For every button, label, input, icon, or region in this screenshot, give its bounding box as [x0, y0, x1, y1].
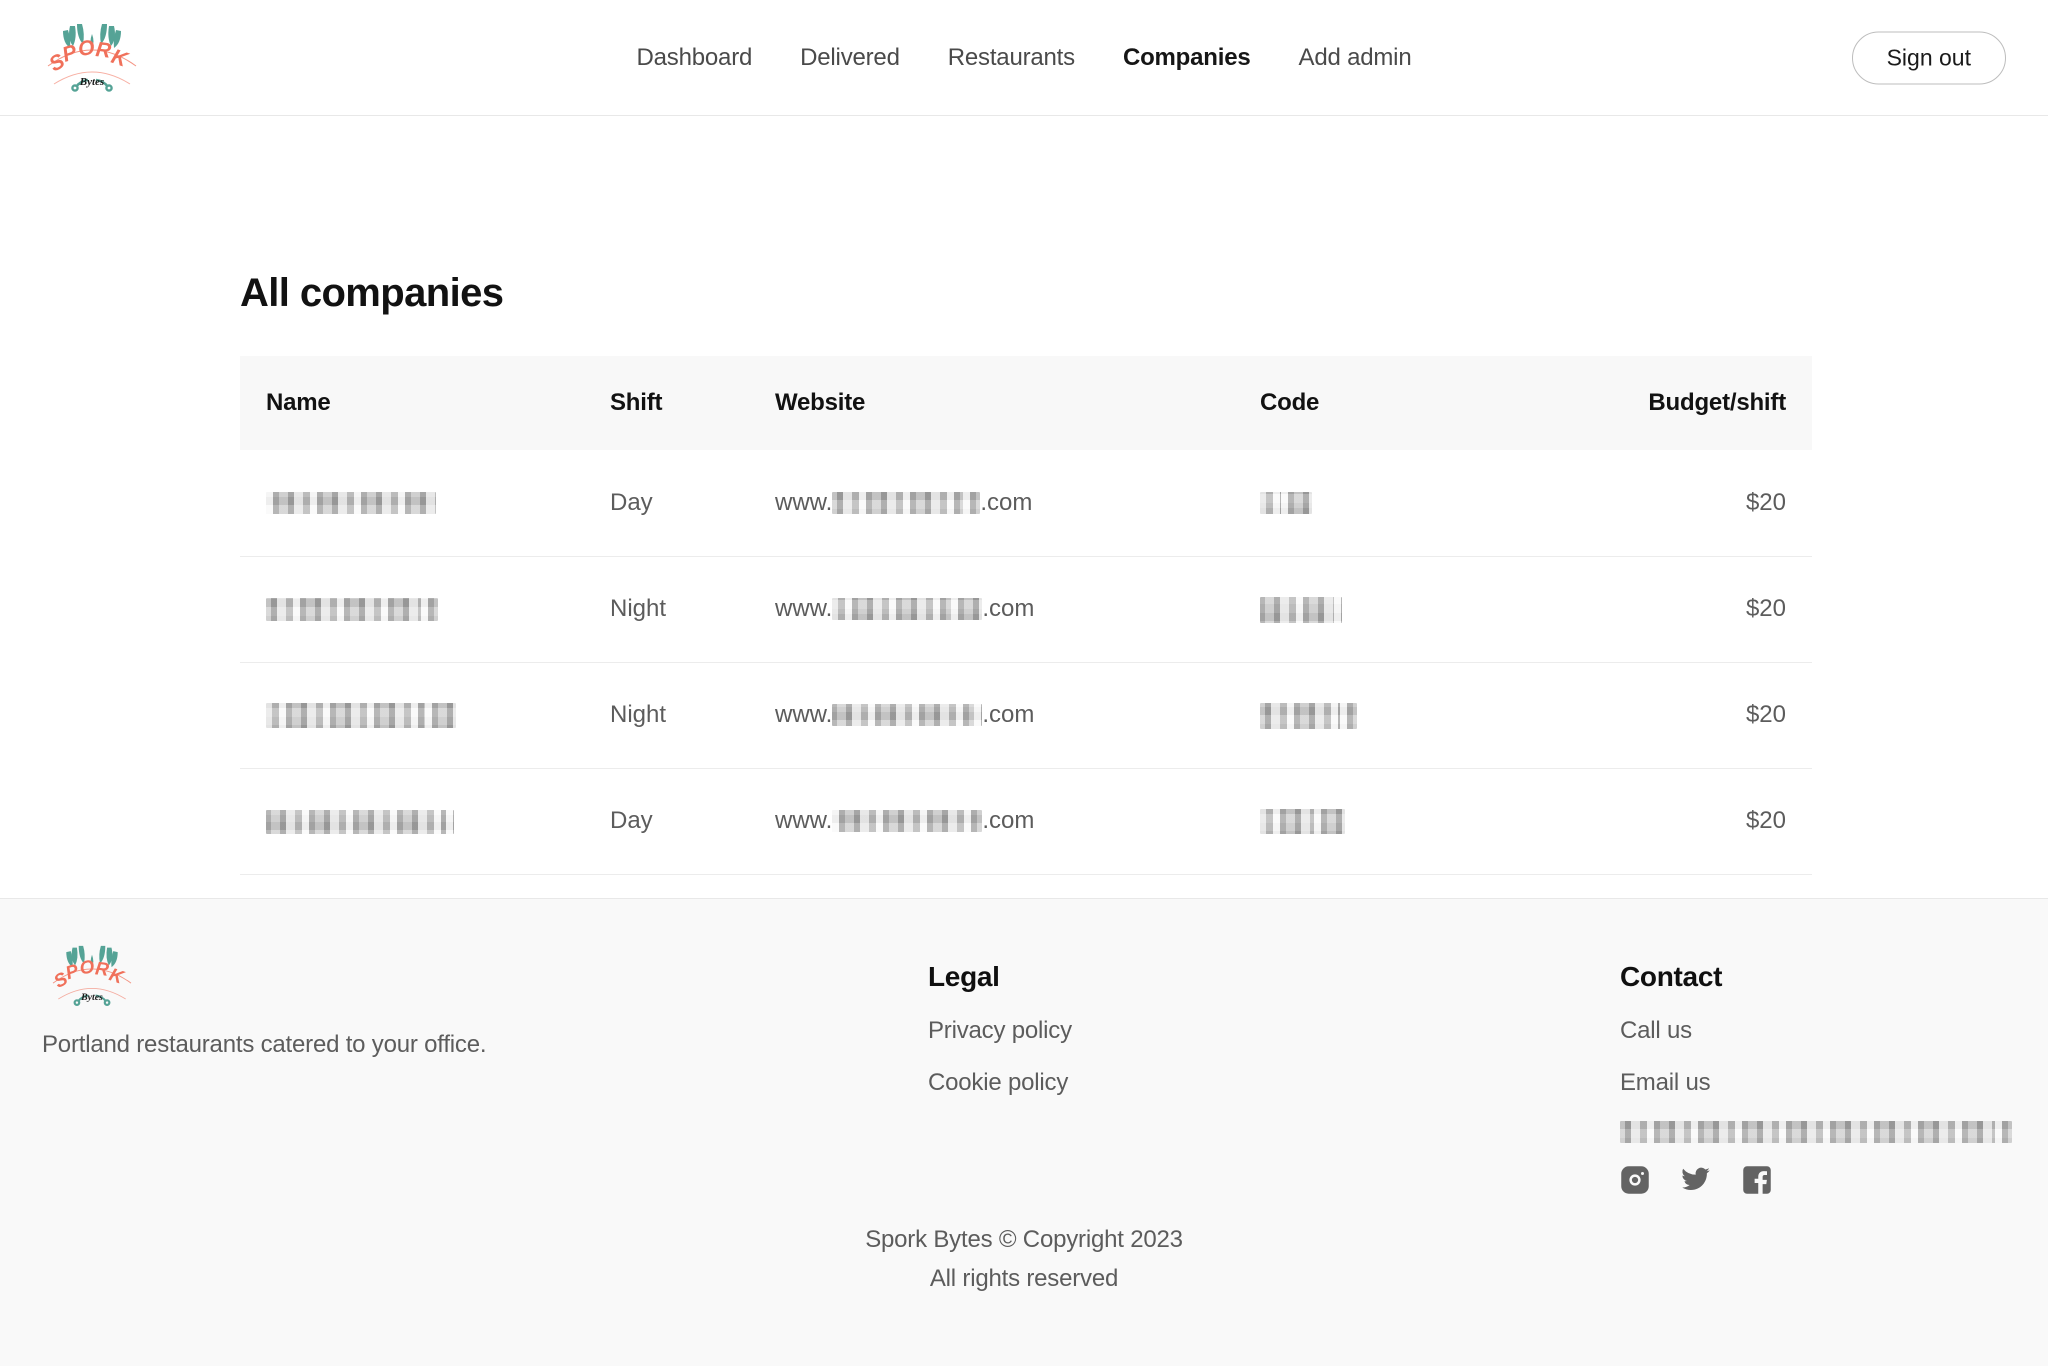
cell-website: www. .com — [775, 450, 1260, 557]
spork-bytes-logo-icon: S P O R K Bytes — [50, 945, 132, 1006]
cell-name — [240, 450, 610, 557]
column-header-shift: Shift — [610, 389, 663, 416]
redacted-code — [1260, 596, 1342, 623]
cell-code — [1260, 450, 1578, 557]
svg-text:O: O — [78, 956, 95, 979]
footer-link-call-us[interactable]: Call us — [1620, 1017, 2012, 1045]
footer-tagline: Portland restaurants catered to your off… — [42, 1031, 487, 1058]
website-prefix: www. — [775, 488, 833, 516]
redacted-code — [1260, 702, 1357, 729]
table-row[interactable]: Day www. .com $20 — [240, 768, 1812, 875]
sign-out-button[interactable]: Sign out — [1851, 31, 2006, 84]
cell-budget: $20 — [1578, 662, 1812, 769]
redacted-company-name — [266, 492, 436, 515]
redacted-code — [1260, 809, 1345, 835]
column-header-website: Website — [775, 389, 866, 416]
website-suffix: .com — [982, 807, 1035, 834]
cell-shift: Day — [610, 768, 775, 875]
table-row[interactable]: Night www. .com $20 — [240, 556, 1812, 663]
svg-text:O: O — [77, 36, 96, 61]
svg-text:K: K — [107, 963, 128, 988]
redacted-company-name — [266, 703, 456, 729]
footer-heading-legal: Legal — [928, 961, 1000, 992]
footer-column-contact: Contact Call us Email us — [1620, 961, 2012, 1195]
instagram-icon[interactable] — [1620, 1165, 1650, 1195]
cell-code — [1260, 556, 1578, 663]
main-navigation: Dashboard Delivered Restaurants Companie… — [637, 44, 1412, 72]
table-header-row: Name Shift Website Code Budget/shift — [240, 356, 1812, 450]
cell-website: www. .com — [775, 556, 1260, 663]
website-prefix: www. — [775, 807, 833, 834]
redacted-contact-detail — [1620, 1121, 2012, 1143]
copyright-line-2: All rights reserved — [929, 1264, 1119, 1292]
svg-text:Bytes: Bytes — [79, 76, 104, 88]
footer-link-privacy-policy[interactable]: Privacy policy — [928, 1017, 1072, 1045]
redacted-company-name — [266, 809, 454, 834]
copyright-line-1: Spork Bytes © Copyright 2023 — [865, 1226, 1183, 1253]
redacted-website — [832, 491, 981, 514]
website-suffix: .com — [982, 595, 1035, 622]
companies-table: Name Shift Website Code Budget/shift Day… — [240, 356, 1812, 875]
footer-heading-contact: Contact — [1620, 961, 1723, 992]
site-footer: S P O R K Bytes Portland restaurants cat… — [0, 898, 2048, 1366]
cell-shift: Night — [610, 662, 775, 769]
cell-code — [1260, 768, 1578, 875]
main-content: All companies Name Shift Website Code Bu… — [0, 116, 2048, 987]
cell-shift: Day — [610, 450, 775, 557]
cell-shift: Night — [610, 556, 775, 663]
footer-logo[interactable]: S P O R K Bytes — [42, 937, 142, 1015]
footer-column-legal: Legal Privacy policy Cookie policy — [928, 961, 1072, 1121]
nav-item-delivered[interactable]: Delivered — [800, 44, 900, 72]
cell-name — [240, 556, 610, 663]
website-prefix: www. — [775, 701, 833, 728]
redacted-website — [832, 810, 983, 832]
website-suffix: .com — [982, 701, 1035, 728]
nav-item-companies[interactable]: Companies — [1123, 44, 1251, 72]
redacted-website — [832, 704, 983, 726]
nav-item-dashboard[interactable]: Dashboard — [637, 44, 753, 72]
site-header: S P O R K Bytes Dashboard Delivered Rest… — [0, 0, 2048, 116]
cell-website: www. .com — [775, 662, 1260, 769]
table-header: Name Shift Website Code Budget/shift — [240, 356, 1812, 450]
table-row[interactable]: Day www. .com $20 — [240, 450, 1812, 557]
redacted-website — [832, 598, 983, 620]
spork-bytes-logo-icon: S P O R K Bytes — [45, 24, 137, 92]
cell-name — [240, 662, 610, 769]
svg-text:K: K — [108, 45, 132, 72]
redacted-code — [1260, 492, 1312, 515]
cell-code — [1260, 662, 1578, 769]
redacted-company-name — [266, 598, 438, 622]
table-body: Day www. .com $20 Night www. .com $20 Ni… — [240, 450, 1812, 875]
cell-name — [240, 768, 610, 875]
website-prefix: www. — [775, 595, 833, 622]
footer-link-email-us[interactable]: Email us — [1620, 1069, 2012, 1097]
column-header-name: Name — [266, 389, 331, 416]
page-title: All companies — [240, 271, 504, 315]
table-row[interactable]: Night www. .com $20 — [240, 662, 1812, 769]
footer-copyright: Spork Bytes © Copyright 2023 All rights … — [0, 1221, 2048, 1299]
footer-link-cookie-policy[interactable]: Cookie policy — [928, 1069, 1072, 1097]
twitter-icon[interactable] — [1680, 1165, 1712, 1195]
brand-logo[interactable]: S P O R K Bytes — [42, 14, 142, 102]
nav-item-restaurants[interactable]: Restaurants — [948, 44, 1075, 72]
social-links — [1620, 1165, 2012, 1195]
cell-budget: $20 — [1578, 450, 1812, 557]
website-suffix: .com — [980, 488, 1033, 516]
column-header-budget: Budget/shift — [1648, 389, 1786, 416]
column-header-code: Code — [1260, 389, 1320, 416]
facebook-icon[interactable] — [1742, 1165, 1772, 1195]
cell-budget: $20 — [1578, 556, 1812, 663]
cell-website: www. .com — [775, 768, 1260, 875]
footer-brand: S P O R K Bytes Portland restaurants cat… — [42, 937, 742, 1059]
cell-budget: $20 — [1578, 768, 1812, 875]
nav-item-add-admin[interactable]: Add admin — [1299, 44, 1412, 72]
svg-text:Bytes: Bytes — [80, 992, 103, 1003]
